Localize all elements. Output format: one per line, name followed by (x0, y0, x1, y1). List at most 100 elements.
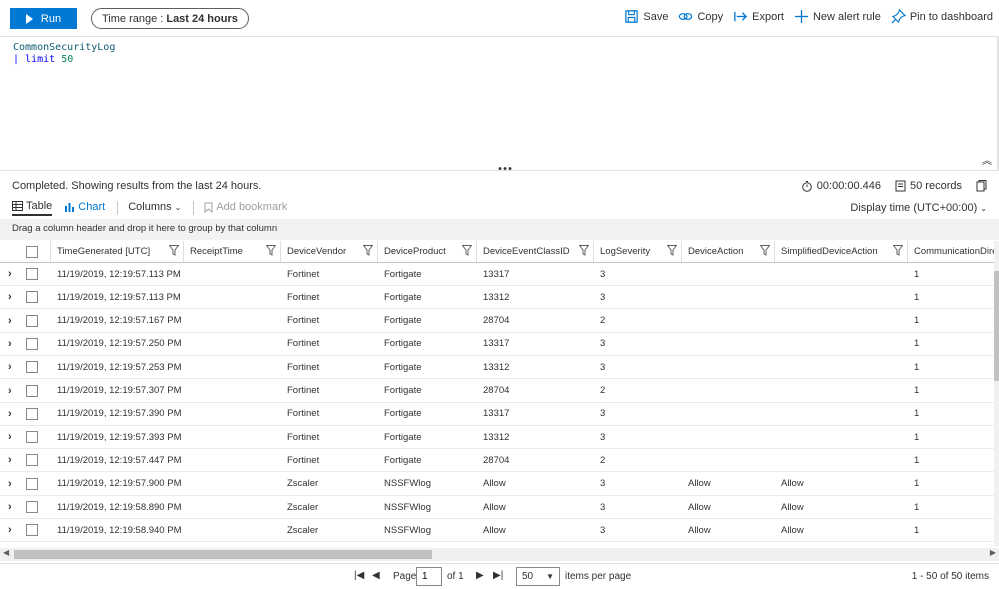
table-row[interactable]: › 11/19/2019, 12:19:57.447 PM Fortinet Fort… (0, 449, 999, 473)
row-checkbox[interactable] (26, 314, 38, 327)
expand-row-icon[interactable]: › (8, 426, 12, 448)
table-row[interactable]: › 11/19/2019, 12:19:57.253 PM Fortinet Fort… (0, 356, 999, 380)
copy-label: Copy (697, 10, 724, 23)
tab-chart[interactable]: Chart (64, 201, 105, 215)
page-number-input[interactable] (416, 567, 442, 586)
time-range-value: Last 24 hours (166, 12, 238, 25)
table-row[interactable]: › 11/19/2019, 12:19:58.890 PM Zscaler NSSFW… (0, 496, 999, 519)
table-row[interactable]: › 11/19/2019, 12:19:57.307 PM Fortinet Fort… (0, 380, 999, 403)
page-of-label: of 1 (447, 571, 464, 582)
row-checkbox[interactable] (26, 337, 38, 350)
columns-dropdown[interactable]: Columns ⌄ (128, 201, 181, 215)
column-header-communication-direction[interactable]: CommunicationDirection (907, 241, 999, 262)
page-size-select[interactable]: 50 ▼ (516, 567, 560, 586)
query-editor[interactable]: CommonSecurityLog | limit 50 ︽ ∙∙∙ (0, 37, 999, 175)
table-row[interactable]: › 11/19/2019, 12:19:57.167 PM Fortinet Fort… (0, 310, 999, 333)
table-row[interactable]: › 11/19/2019, 12:19:57.900 PM Zscaler NSSFW… (0, 473, 999, 496)
filter-icon[interactable] (461, 245, 473, 259)
first-page-icon[interactable]: |◀ (354, 570, 364, 581)
cell-log-severity: 3 (600, 431, 606, 443)
row-checkbox[interactable] (26, 407, 38, 420)
play-icon (25, 13, 33, 24)
cell-log-severity: 3 (600, 291, 606, 303)
expand-row-icon[interactable]: › (8, 333, 12, 355)
copy-button[interactable]: Copy (678, 9, 723, 24)
table-row[interactable]: › 11/19/2019, 12:19:57.250 PM Fortinet Fort… (0, 333, 999, 356)
row-checkbox[interactable] (26, 268, 38, 280)
expand-row-icon[interactable]: › (8, 473, 12, 495)
export-button[interactable]: Export (733, 9, 784, 24)
expand-row-icon[interactable]: › (8, 519, 12, 541)
expand-row-icon[interactable]: › (8, 380, 12, 402)
select-all-checkbox[interactable] (26, 246, 38, 258)
table-row[interactable]: › 11/19/2019, 12:19:57.393 PM Fortinet Fort… (0, 426, 999, 450)
query-status: Completed. Showing results from the last… (12, 180, 262, 192)
cell-communication-direction: 1 (914, 524, 920, 536)
vertical-scroll-thumb[interactable] (994, 271, 999, 381)
horizontal-scrollbar[interactable]: ◀ ▶ (0, 548, 999, 561)
scroll-left-icon[interactable]: ◀ (3, 548, 9, 557)
column-header-log-severity[interactable]: LogSeverity (593, 241, 681, 262)
cell-device-event-class-id: 13317 (483, 268, 510, 280)
filter-icon[interactable] (666, 245, 678, 259)
add-bookmark-button[interactable]: Add bookmark (204, 201, 287, 215)
row-checkbox[interactable] (26, 431, 38, 444)
column-header-device-event-class-id[interactable]: DeviceEventClassID (476, 241, 593, 262)
expand-row-icon[interactable]: › (8, 403, 12, 425)
column-header-receipt-time[interactable]: ReceiptTime (183, 241, 280, 262)
expand-row-icon[interactable]: › (8, 263, 12, 285)
filter-icon[interactable] (168, 245, 180, 259)
column-header-time-generated[interactable]: TimeGenerated [UTC] (50, 241, 183, 262)
row-checkbox[interactable] (26, 291, 38, 304)
expand-row-icon[interactable]: › (8, 449, 12, 471)
table-row[interactable]: › 11/19/2019, 12:19:57.113 PM Fortinet Fort… (0, 263, 999, 286)
run-button[interactable]: Run (10, 8, 77, 29)
table-row[interactable]: › 11/19/2019, 12:19:58.940 PM Zscaler NSSFW… (0, 519, 999, 543)
bar-chart-icon (65, 203, 75, 212)
pager: |◀ ◀ Page of 1 ▶ ▶| 50 ▼ items per page 1… (0, 563, 999, 589)
filter-icon[interactable] (362, 245, 374, 259)
expand-row-icon[interactable]: › (8, 496, 12, 518)
row-checkbox[interactable] (26, 384, 38, 397)
filter-icon[interactable] (759, 245, 771, 259)
cell-receipt-time (190, 286, 280, 308)
pin-to-dashboard-button[interactable]: Pin to dashboard (891, 9, 993, 24)
filter-icon[interactable] (578, 245, 590, 259)
row-checkbox[interactable] (26, 524, 38, 537)
previous-page-icon[interactable]: ◀ (372, 570, 380, 581)
collapse-editor-icon[interactable]: ︽ (982, 152, 992, 167)
new-alert-rule-button[interactable]: New alert rule (794, 9, 881, 24)
cell-simplified-device-action (781, 286, 907, 308)
save-button[interactable]: Save (624, 9, 668, 24)
table-row[interactable]: › 11/19/2019, 12:19:57.390 PM Fortinet Fort… (0, 403, 999, 426)
vertical-scrollbar[interactable] (994, 241, 999, 546)
table-row[interactable]: › 11/19/2019, 12:19:57.113 PM Fortinet Fort… (0, 286, 999, 310)
cell-device-vendor: Fortinet (287, 361, 320, 373)
group-by-drop-area[interactable]: Drag a column header and drop it here to… (0, 219, 999, 240)
row-checkbox[interactable] (26, 477, 38, 490)
display-time-dropdown[interactable]: Display time (UTC+00:00) ⌄ (850, 202, 987, 214)
expand-row-icon[interactable]: › (8, 286, 12, 308)
splitter-handle-icon[interactable]: ∙∙∙ (497, 164, 513, 175)
expand-row-icon[interactable]: › (8, 310, 12, 332)
scroll-right-icon[interactable]: ▶ (990, 548, 996, 557)
time-range-button[interactable]: Time range : Last 24 hours (91, 8, 249, 29)
column-header-device-action[interactable]: DeviceAction (681, 241, 774, 262)
column-header-device-vendor[interactable]: DeviceVendor (280, 241, 377, 262)
horizontal-scroll-thumb[interactable] (14, 550, 432, 559)
last-page-icon[interactable]: ▶| (493, 570, 503, 581)
row-checkbox[interactable] (26, 361, 38, 374)
cell-device-event-class-id: 13317 (483, 338, 510, 350)
column-header-device-product[interactable]: DeviceProduct (377, 241, 476, 262)
filter-icon[interactable] (892, 245, 904, 259)
filter-icon[interactable] (265, 245, 277, 259)
column-header-simplified-device-action[interactable]: SimplifiedDeviceAction (774, 241, 907, 262)
row-checkbox[interactable] (26, 454, 38, 467)
expand-row-icon[interactable]: › (8, 356, 12, 378)
next-page-icon[interactable]: ▶ (476, 570, 484, 581)
toolbar-actions: Save Copy Export New alert rule Pin to d… (624, 9, 993, 24)
cell-device-event-class-id: 28704 (483, 454, 510, 466)
tab-table[interactable]: Table (12, 200, 53, 216)
copy-results-icon[interactable] (976, 180, 987, 192)
row-checkbox[interactable] (26, 501, 38, 513)
